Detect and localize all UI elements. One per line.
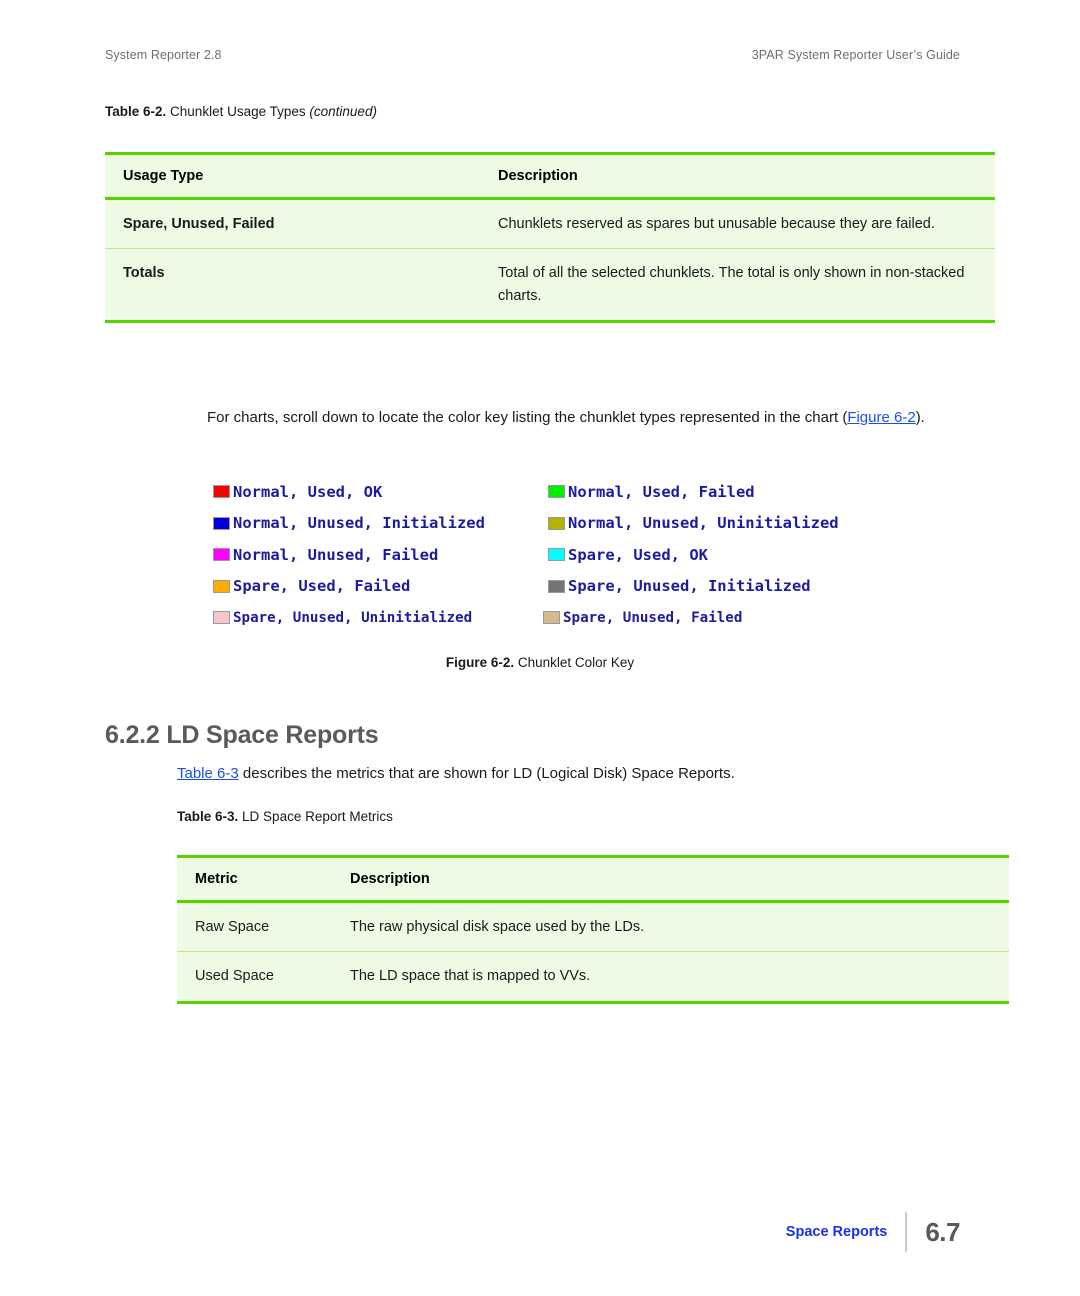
legend-entry-normal-unused-uninitialized: Normal, Unused, Uninitialized	[548, 514, 913, 532]
figure-6-2-caption: Figure 6-2. Chunklet Color Key	[0, 655, 1080, 670]
color-swatch-icon	[548, 485, 565, 499]
legend-entry-spare-unused-initialized: Spare, Unused, Initialized	[548, 577, 913, 595]
table-6-2: Usage Type Description Spare, Unused, Fa…	[105, 152, 995, 324]
legend-row: Spare, Used, Failed Spare, Unused, Initi…	[213, 571, 913, 603]
column-header-usage-type: Usage Type	[105, 152, 498, 200]
table-6-2-caption-continued: (continued)	[309, 104, 377, 119]
color-swatch-icon	[213, 485, 230, 499]
table-row: Used Space The LD space that is mapped t…	[177, 951, 1009, 1004]
column-header-description: Description	[350, 855, 1009, 903]
legend-label: Normal, Used, OK	[233, 482, 383, 501]
paragraph-table-6-3-text: describes the metrics that are shown for…	[238, 765, 735, 782]
paragraph-color-key-text-before: For charts, scroll down to locate the co…	[207, 409, 848, 426]
legend-row: Normal, Unused, Failed Spare, Used, OK	[213, 539, 913, 571]
legend-label: Spare, Unused, Failed	[563, 609, 743, 626]
cell-metric: Raw Space	[177, 901, 350, 953]
figure-caption-text: Chunklet Color Key	[517, 655, 635, 670]
legend-row: Spare, Unused, Uninitialized Spare, Unus…	[213, 602, 913, 634]
legend-label: Spare, Used, OK	[568, 545, 708, 564]
page-header: System Reporter 2.8 3PAR System Reporter…	[105, 48, 960, 62]
figure-caption-number: Figure 6-2.	[445, 655, 515, 670]
section-number: 6.2.2	[105, 720, 160, 749]
header-left-text: System Reporter 2.8	[105, 48, 222, 62]
legend-label: Normal, Unused, Initialized	[233, 514, 485, 533]
table-6-2-caption-number: Table 6-2.	[105, 104, 167, 119]
page-footer: Space Reports 6.7	[105, 1212, 960, 1252]
xref-figure-6-2[interactable]: Figure 6-2	[847, 409, 915, 426]
legend-label: Spare, Unused, Uninitialized	[233, 609, 473, 626]
legend-label: Normal, Unused, Uninitialized	[568, 514, 839, 533]
cell-description: The raw physical disk space used by the …	[350, 901, 1009, 953]
cell-description: Total of all the selected chunklets. The…	[498, 248, 995, 324]
table-header-row: Metric Description	[177, 855, 1009, 903]
table-6-2-caption-text: Chunklet Usage Types	[170, 104, 306, 119]
legend-label: Normal, Unused, Failed	[233, 545, 439, 564]
color-swatch-icon	[213, 611, 230, 625]
legend-row: Normal, Unused, Initialized Normal, Unus…	[213, 508, 913, 540]
legend-entry-normal-used-failed: Normal, Used, Failed	[548, 483, 913, 501]
figure-chunklet-color-key: Normal, Used, OK Normal, Used, Failed No…	[213, 476, 913, 634]
section-title: LD Space Reports	[166, 720, 379, 749]
legend-label: Spare, Unused, Initialized	[568, 577, 811, 596]
color-swatch-icon	[213, 516, 230, 530]
legend-entry-normal-unused-failed: Normal, Unused, Failed	[213, 546, 548, 564]
legend-label: Spare, Used, Failed	[233, 577, 411, 596]
color-swatch-icon	[548, 579, 565, 593]
cell-usage-type: Spare, Unused, Failed	[105, 198, 498, 250]
paragraph-color-key-text-after: ).	[915, 409, 925, 426]
table-header-row: Usage Type Description	[105, 152, 995, 200]
legend-row: Normal, Used, OK Normal, Used, Failed	[213, 476, 913, 508]
paragraph-color-key: For charts, scroll down to locate the co…	[207, 405, 972, 431]
legend-entry-spare-unused-failed: Spare, Unused, Failed	[543, 610, 908, 626]
paragraph-table-6-3: Table 6-3 describes the metrics that are…	[177, 761, 972, 787]
xref-table-6-3[interactable]: Table 6-3	[177, 765, 239, 782]
legend-entry-normal-used-ok: Normal, Used, OK	[213, 483, 548, 501]
table-6-3-caption: Table 6-3. LD Space Report Metrics	[177, 809, 393, 824]
legend-entry-spare-used-ok: Spare, Used, OK	[548, 546, 913, 564]
cell-description: The LD space that is mapped to VVs.	[350, 951, 1009, 1004]
legend-label: Normal, Used, Failed	[568, 482, 755, 501]
cell-metric: Used Space	[177, 951, 350, 1004]
header-right-text: 3PAR System Reporter User’s Guide	[751, 48, 960, 62]
color-swatch-icon	[548, 516, 565, 530]
legend-entry-spare-unused-uninitialized: Spare, Unused, Uninitialized	[213, 610, 543, 626]
color-swatch-icon	[548, 548, 565, 562]
cell-description: Chunklets reserved as spares but unusabl…	[498, 198, 995, 250]
color-swatch-icon	[213, 579, 230, 593]
table-row: Raw Space The raw physical disk space us…	[177, 901, 1009, 953]
column-header-description: Description	[498, 152, 995, 200]
table-6-3-caption-text: LD Space Report Metrics	[242, 809, 393, 824]
legend-entry-spare-used-failed: Spare, Used, Failed	[213, 577, 548, 595]
section-heading: 6.2.2 LD Space Reports	[105, 721, 379, 750]
legend-entry-normal-unused-initialized: Normal, Unused, Initialized	[213, 514, 548, 532]
footer-page-number: 6.7	[925, 1216, 960, 1247]
cell-usage-type: Totals	[105, 248, 498, 324]
color-swatch-icon	[213, 548, 230, 562]
table-row: Totals Total of all the selected chunkle…	[105, 248, 995, 324]
color-swatch-icon	[543, 611, 560, 625]
table-6-3: Metric Description Raw Space The raw phy…	[177, 855, 1009, 1004]
footer-section-label: Space Reports	[785, 1224, 888, 1240]
table-6-3-caption-number: Table 6-3.	[177, 809, 239, 824]
column-header-metric: Metric	[177, 855, 350, 903]
table-row: Spare, Unused, Failed Chunklets reserved…	[105, 198, 995, 250]
table-6-2-caption: Table 6-2. Chunklet Usage Types (continu…	[105, 104, 377, 119]
